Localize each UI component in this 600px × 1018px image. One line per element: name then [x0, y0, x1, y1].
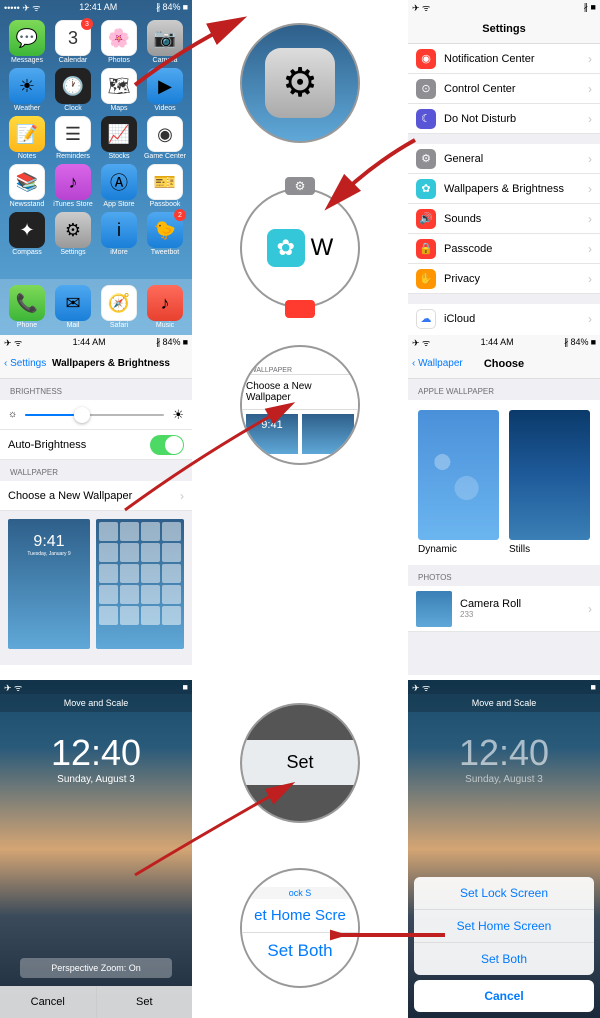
- back-button[interactable]: ‹ Settings: [4, 358, 46, 369]
- app-weather[interactable]: ☀Weather: [4, 68, 50, 112]
- move-scale-label: Move and Scale: [0, 694, 192, 712]
- app-camera[interactable]: 📷Camera: [142, 20, 188, 64]
- callout-wallpapers-icon: ✿ W ⚙: [240, 188, 360, 308]
- app-game-center[interactable]: ◉Game Center: [142, 116, 188, 160]
- brightness-slider[interactable]: [25, 414, 164, 416]
- set-lock-screen-button[interactable]: Set Lock Screen: [414, 877, 594, 910]
- callout-settings-icon: ⚙: [240, 23, 360, 143]
- section-photos: PHOTOS: [408, 565, 600, 586]
- nav-bar: ‹ Wallpaper Choose: [408, 349, 600, 379]
- dock-safari[interactable]: 🧭Safari: [101, 285, 137, 329]
- dock-phone[interactable]: 📞Phone: [9, 285, 45, 329]
- app-clock[interactable]: 🕐Clock: [50, 68, 96, 112]
- cancel-button[interactable]: Cancel: [0, 986, 97, 1018]
- app-passbook[interactable]: 🎫Passbook: [142, 164, 188, 208]
- settings-row-general[interactable]: ⚙General›: [408, 144, 600, 174]
- app-messages[interactable]: 💬Messages: [4, 20, 50, 64]
- nav-title: Settings: [482, 23, 525, 35]
- app-tweetbot[interactable]: 🐤2Tweetbot: [142, 212, 188, 256]
- callout-choose-wallpaper: WALLPAPER Choose a New Wallpaper 9:41: [240, 345, 360, 465]
- app-itunes-store[interactable]: ♪iTunes Store: [50, 164, 96, 208]
- settings-row-sounds[interactable]: 🔊Sounds›: [408, 204, 600, 234]
- callout-set-button: Set: [240, 703, 360, 823]
- app-videos[interactable]: ▶Videos: [142, 68, 188, 112]
- wallpaper-lock-preview[interactable]: 9:41Tuesday, January 9: [8, 519, 90, 649]
- auto-brightness-toggle[interactable]: [150, 435, 184, 455]
- app-compass[interactable]: ✦Compass: [4, 212, 50, 256]
- status-bar: ••••• ✈ ᯤ 12:41 AM ∦ 84% ■: [0, 0, 192, 14]
- wallpaper-home-preview[interactable]: [96, 519, 184, 649]
- brightness-screen: ✈ ᯤ1:44 AM∦ 84% ■ ‹ Settings Wallpapers …: [0, 335, 192, 665]
- settings-screen: ✈ ᯤ∦ ■ Settings ◉Notification Center›⊙Co…: [408, 0, 600, 330]
- status-bar: ✈ ᯤ■: [0, 680, 192, 694]
- move-scale-label: Move and Scale: [408, 694, 600, 712]
- action-sheet: Set Lock Screen Set Home Screen Set Both…: [408, 871, 600, 1018]
- app-photos[interactable]: 🌸Photos: [96, 20, 142, 64]
- app-notes[interactable]: 📝Notes: [4, 116, 50, 160]
- perspective-zoom-button[interactable]: Perspective Zoom: On: [20, 958, 172, 978]
- status-bar: ✈ ᯤ1:44 AM∦ 84% ■: [0, 335, 192, 349]
- choose-wallpaper-row[interactable]: Choose a New Wallpaper›: [0, 481, 192, 511]
- auto-brightness-label: Auto-Brightness: [8, 439, 142, 451]
- sheet-cancel-button[interactable]: Cancel: [414, 980, 594, 1012]
- settings-row-control-center[interactable]: ⊙Control Center›: [408, 74, 600, 104]
- section-apple-wallpaper: APPLE WALLPAPER: [408, 379, 600, 400]
- app-stocks[interactable]: 📈Stocks: [96, 116, 142, 160]
- settings-row-do-not-disturb[interactable]: ☾Do Not Disturb›: [408, 104, 600, 134]
- lock-date: Sunday, August 3: [0, 774, 192, 785]
- callout-set-options: ock S et Home Scre Set Both: [240, 868, 360, 988]
- nav-bar: Settings: [408, 14, 600, 44]
- nav-title: Choose: [484, 358, 524, 370]
- set-home-screen-button[interactable]: Set Home Screen: [414, 910, 594, 943]
- stills-wallpaper[interactable]: Stills: [509, 410, 590, 555]
- status-bar: ✈ ᯤ■: [408, 680, 600, 694]
- app-newsstand[interactable]: 📚Newsstand: [4, 164, 50, 208]
- nav-bar: ‹ Settings Wallpapers & Brightness: [0, 349, 192, 379]
- settings-row-passcode[interactable]: 🔒Passcode›: [408, 234, 600, 264]
- lock-time: 12:40: [0, 732, 192, 774]
- app-imore[interactable]: iiMore: [96, 212, 142, 256]
- app-settings[interactable]: ⚙Settings: [50, 212, 96, 256]
- app-reminders[interactable]: ☰Reminders: [50, 116, 96, 160]
- app-app-store[interactable]: ⒶApp Store: [96, 164, 142, 208]
- status-bar: ✈ ᯤ∦ ■: [408, 0, 600, 14]
- set-button[interactable]: Set: [97, 986, 193, 1018]
- camera-roll-row[interactable]: Camera Roll233 ›: [408, 586, 600, 632]
- app-maps[interactable]: 🗺Maps: [96, 68, 142, 112]
- section-brightness: BRIGHTNESS: [0, 379, 192, 400]
- wallpaper-preview-screen: ✈ ᯤ■ Move and Scale 12:40 Sunday, August…: [0, 680, 192, 1018]
- section-wallpaper: WALLPAPER: [0, 460, 192, 481]
- dock-music[interactable]: ♪Music: [147, 285, 183, 329]
- status-bar: ✈ ᯤ1:44 AM∦ 84% ■: [408, 335, 600, 349]
- settings-row-privacy[interactable]: ✋Privacy›: [408, 264, 600, 294]
- wallpaper-set-screen: ✈ ᯤ■ Move and Scale 12:40 Sunday, August…: [408, 680, 600, 1018]
- dynamic-wallpaper[interactable]: Dynamic: [418, 410, 499, 555]
- set-both-button[interactable]: Set Both: [414, 943, 594, 975]
- status-time: 12:41 AM: [79, 2, 117, 12]
- dock-mail[interactable]: ✉Mail: [55, 285, 91, 329]
- settings-row-notification-center[interactable]: ◉Notification Center›: [408, 44, 600, 74]
- settings-row-wallpapers-brightness[interactable]: ✿Wallpapers & Brightness›: [408, 174, 600, 204]
- settings-row-icloud[interactable]: ☁iCloud›: [408, 304, 600, 330]
- lock-time: 12:40: [408, 732, 600, 774]
- back-button[interactable]: ‹ Wallpaper: [412, 358, 463, 369]
- app-calendar[interactable]: 33Calendar: [50, 20, 96, 64]
- lock-date: Sunday, August 3: [408, 774, 600, 785]
- choose-screen: ✈ ᯤ1:44 AM∦ 84% ■ ‹ Wallpaper Choose APP…: [408, 335, 600, 675]
- home-screen: ••••• ✈ ᯤ 12:41 AM ∦ 84% ■ 💬Messages33Ca…: [0, 0, 192, 335]
